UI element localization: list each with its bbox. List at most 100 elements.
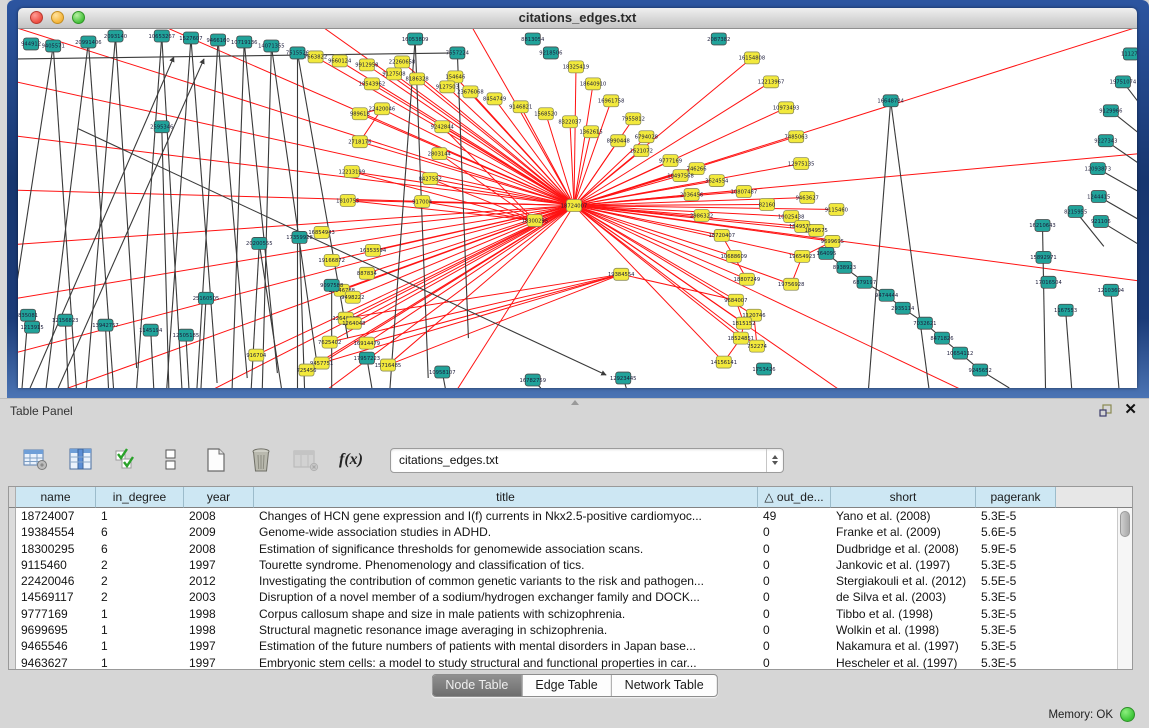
network-window-titlebar[interactable]: citations_edges.txt — [18, 8, 1137, 29]
graph-node[interactable]: 8186328 — [406, 73, 429, 85]
graph-node[interactable]: 10719136 — [231, 36, 258, 48]
graph-node[interactable]: 10958107 — [429, 366, 456, 378]
graph-node[interactable]: 835081 — [18, 309, 38, 321]
dropdown-stepper-icon[interactable] — [766, 449, 783, 472]
graph-node[interactable]: 8471826 — [930, 332, 953, 344]
graph-node[interactable]: 16961758 — [598, 95, 625, 107]
table-row[interactable]: 946554611997Estimation of the future num… — [9, 638, 1132, 654]
column-header-title[interactable]: title — [254, 487, 758, 508]
graph-node[interactable]: 8322037 — [558, 116, 581, 128]
table-settings-icon[interactable] — [22, 446, 50, 474]
network-window[interactable]: citations_edges.txt 94491294055712099140… — [7, 0, 1149, 398]
graph-node[interactable]: 20200555 — [246, 237, 273, 249]
graph-node[interactable]: 12093873 — [1085, 163, 1112, 175]
scrollbar-thumb[interactable] — [1120, 511, 1130, 537]
graph-node[interactable]: 19166872 — [318, 254, 345, 266]
graph-node[interactable]: 921106 — [1091, 215, 1111, 227]
select-all-icon[interactable] — [112, 446, 140, 474]
graph-node[interactable]: 14071355 — [258, 40, 285, 52]
graph-node[interactable]: 1753426 — [752, 363, 775, 375]
graph-node[interactable]: 16210643 — [1029, 219, 1056, 231]
graph-node[interactable]: 12213199 — [339, 166, 366, 178]
graph-node[interactable]: 2935114 — [891, 302, 915, 314]
table-row[interactable]: 1830029562008Estimation of significance … — [9, 541, 1132, 557]
table-row[interactable]: 946362711997Embryonic stem cells: a mode… — [9, 655, 1132, 670]
graph-node[interactable]: 19751074 — [1110, 76, 1137, 88]
graph-node[interactable]: 2595346 — [150, 121, 173, 133]
float-panel-icon[interactable] — [1099, 404, 1112, 417]
graph-node[interactable]: 16053809 — [402, 33, 429, 45]
graph-node[interactable]: 3624554 — [705, 175, 729, 187]
table-row[interactable]: 2242004622012Investigating the contribut… — [9, 573, 1132, 589]
column-header-year[interactable]: year — [184, 487, 254, 508]
graph-node[interactable]: 18640910 — [580, 78, 607, 90]
graph-node[interactable]: 725456 — [297, 364, 317, 376]
close-panel-icon[interactable]: ✕ — [1124, 403, 1137, 417]
graph-node[interactable]: 82160 — [759, 199, 776, 211]
graph-node[interactable]: 19756928 — [778, 278, 805, 290]
select-columns-icon[interactable] — [67, 446, 95, 474]
graph-node[interactable]: 16353594 — [360, 244, 387, 256]
graph-node[interactable]: 12156823 — [52, 314, 79, 326]
graph-node[interactable]: 12103694 — [1098, 284, 1125, 296]
graph-node[interactable]: 9912958 — [355, 59, 378, 71]
network-canvas-svg[interactable]: 9449129405571209914062093140106532671527… — [18, 29, 1137, 388]
graph-node[interactable]: 2718176 — [348, 136, 371, 148]
graph-node[interactable]: 6794028 — [635, 131, 658, 143]
column-header-pagerank[interactable]: pagerank — [976, 487, 1056, 508]
graph-node[interactable]: 8454749 — [483, 93, 506, 105]
graph-node[interactable]: 1167553 — [1054, 304, 1077, 316]
graph-node[interactable]: 12505185 — [173, 329, 200, 341]
graph-node[interactable]: 9245652 — [969, 364, 992, 376]
graph-node[interactable]: 9218506 — [539, 47, 562, 59]
graph-node[interactable]: 15892971 — [1030, 251, 1057, 263]
table-row[interactable]: 969969511998Structural magnetic resonanc… — [9, 622, 1132, 638]
network-canvas[interactable]: 9449129405571209914062093140106532671527… — [18, 29, 1137, 388]
graph-node[interactable]: 12213967 — [758, 76, 785, 88]
graph-node[interactable]: 7557224 — [446, 47, 470, 59]
tab-edge-table[interactable]: Edge Table — [521, 675, 610, 696]
graph-node[interactable]: 12975135 — [788, 158, 815, 170]
graph-node[interactable]: 9129966 — [1099, 105, 1122, 117]
tab-node-table[interactable]: Node Table — [432, 675, 521, 696]
graph-node[interactable]: 2036456 — [680, 189, 703, 201]
graph-node[interactable]: 16648784 — [877, 95, 904, 107]
graph-node[interactable]: 16154808 — [739, 52, 766, 64]
graph-node[interactable]: 752274 — [747, 340, 768, 352]
graph-node[interactable]: 14156141 — [711, 356, 738, 368]
graph-node[interactable]: 25160505 — [193, 292, 220, 304]
graph-node[interactable]: 12923445 — [610, 372, 637, 384]
graph-node[interactable]: 916704 — [246, 349, 267, 361]
graph-node[interactable]: 9227343 — [1094, 135, 1117, 147]
graph-node[interactable]: 917004 — [412, 196, 433, 208]
graph-node[interactable]: 18325419 — [563, 61, 590, 73]
vertical-scrollbar[interactable] — [1117, 508, 1132, 669]
graph-node[interactable]: 23676068 — [457, 86, 484, 98]
graph-node[interactable]: 989618 — [350, 108, 370, 120]
graph-node[interactable]: 944912 — [21, 38, 41, 50]
table-selector-dropdown[interactable]: citations_edges.txt — [390, 448, 784, 473]
function-builder-icon[interactable]: f(x) — [337, 446, 365, 474]
table-row[interactable]: 1872400712008Changes of HCN gene express… — [9, 508, 1132, 524]
graph-node[interactable]: 2087382 — [707, 33, 730, 45]
column-header-out_degree[interactable]: △ out_de... — [758, 487, 831, 508]
graph-node[interactable]: 8990448 — [607, 135, 630, 147]
column-header-short[interactable]: short — [831, 487, 976, 508]
graph-node[interactable]: 164095 — [816, 247, 836, 259]
clear-selection-icon[interactable] — [157, 446, 185, 474]
graph-node[interactable]: 1621072 — [630, 145, 653, 157]
graph-node[interactable]: 10653267 — [149, 30, 176, 42]
graph-node[interactable]: 17016504 — [1035, 276, 1062, 288]
graph-node[interactable]: 9146821 — [509, 101, 532, 113]
graph-node[interactable]: 19384554 — [608, 268, 635, 280]
graph-node[interactable]: 10654112 — [947, 347, 974, 359]
graph-node[interactable]: 10807487 — [731, 186, 758, 198]
graph-node[interactable]: 1213915 — [20, 321, 43, 333]
column-header-name[interactable]: name — [16, 487, 96, 508]
new-table-icon[interactable] — [202, 446, 230, 474]
graph-node[interactable]: 9115460 — [825, 204, 848, 216]
graph-node[interactable]: 1145194 — [139, 324, 163, 336]
table-row[interactable]: 977716911998Corpus callosum shape and si… — [9, 606, 1132, 622]
graph-node[interactable]: 7955812 — [622, 113, 645, 125]
column-header-in_degree[interactable]: in_degree — [96, 487, 184, 508]
